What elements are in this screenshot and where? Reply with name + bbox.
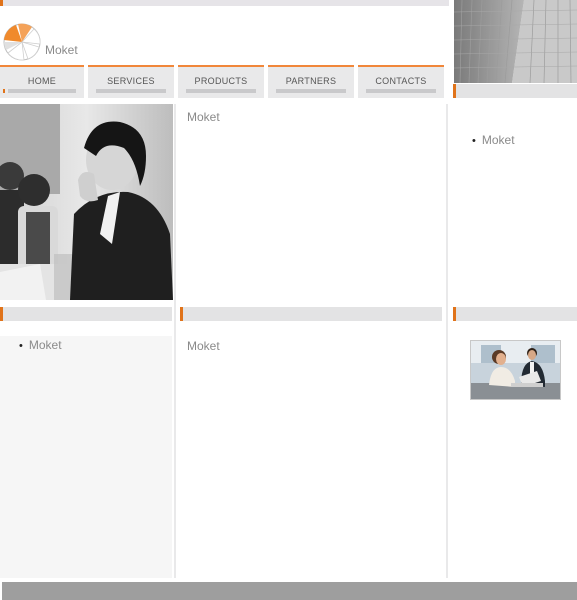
left-bottom-panel xyxy=(0,336,172,578)
center-top-heading: Moket xyxy=(187,110,220,124)
right-top-header-bar xyxy=(453,84,577,98)
nav-label: PRODUCTS xyxy=(194,76,248,86)
left-section-header-bar xyxy=(0,307,172,321)
nav-label: PARTNERS xyxy=(285,76,337,86)
left-bottom-list-item[interactable]: Moket xyxy=(19,338,62,352)
right-section-header-bar xyxy=(453,307,577,321)
center-section-header-bar xyxy=(180,307,442,321)
main-nav: HOME SERVICES PRODUCTS PARTNERS CONTACTS xyxy=(0,65,446,98)
column-divider xyxy=(174,104,176,578)
business-meeting-photo xyxy=(470,340,561,400)
nav-label: HOME xyxy=(27,76,57,86)
nav-label: CONTACTS xyxy=(375,76,427,86)
nav-services[interactable]: SERVICES xyxy=(88,65,174,98)
nav-home[interactable]: HOME xyxy=(0,65,84,98)
top-strip xyxy=(0,0,449,6)
nav-label: SERVICES xyxy=(107,76,155,86)
nav-products[interactable]: PRODUCTS xyxy=(178,65,264,98)
building-image xyxy=(454,0,577,83)
nav-partners[interactable]: PARTNERS xyxy=(268,65,354,98)
center-bottom-heading: Moket xyxy=(187,339,220,353)
footer-bar xyxy=(2,582,577,600)
logo-icon[interactable] xyxy=(2,22,44,62)
right-top-list-item[interactable]: Moket xyxy=(472,133,515,147)
nav-contacts[interactable]: CONTACTS xyxy=(358,65,444,98)
businesswoman-photo xyxy=(0,104,173,300)
brand-name: Moket xyxy=(45,43,78,57)
column-divider xyxy=(446,104,448,578)
